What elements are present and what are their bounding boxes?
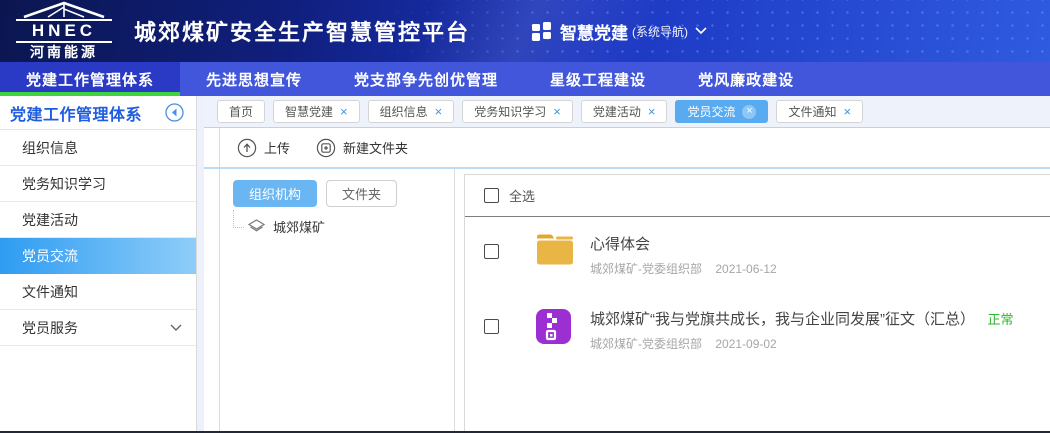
tab-org-info[interactable]: 组织信息 × — [367, 100, 455, 123]
nav-item-branch-excellence[interactable]: 党支部争先创优管理 — [328, 62, 524, 96]
app-header: HNEC 河南能源 城郊煤矿安全生产智慧管控平台 智慧党建 (系统导航) — [0, 0, 1050, 62]
nav-item-advanced-thought[interactable]: 先进思想宣传 — [180, 62, 328, 96]
file-date: 2021-06-12 — [715, 262, 777, 276]
sidebar-item-org-info[interactable]: 组织信息 — [0, 130, 196, 166]
close-icon[interactable]: × — [648, 105, 656, 118]
select-all-row: 全选 — [465, 175, 1050, 216]
sidebar-item-party-knowledge[interactable]: 党务知识学习 — [0, 166, 196, 202]
tab-party-knowledge[interactable]: 党务知识学习 × — [462, 100, 573, 123]
tree-connector — [233, 209, 244, 228]
collapse-sidebar-icon[interactable] — [165, 103, 184, 122]
tab-member-exchange[interactable]: 党员交流 × — [675, 100, 769, 123]
system-nav-label: 智慧党建 — [560, 23, 629, 43]
zip-file-icon — [535, 308, 575, 350]
tab-home[interactable]: 首页 — [217, 100, 266, 123]
open-tabs-strip: 首页 智慧党建 × 组织信息 × 党务知识学习 × 党建活动 × 党员交流 × 文件通知 × — [204, 96, 1050, 128]
chevron-down-icon — [695, 27, 707, 35]
new-folder-icon — [316, 138, 336, 157]
tree-node-root[interactable]: 城郊煤矿 — [233, 209, 454, 236]
folder-icon — [535, 233, 575, 271]
select-all-checkbox[interactable] — [484, 188, 499, 203]
file-source: 城郊煤矿-党委组织部 — [590, 337, 702, 351]
page-title: 城郊煤矿安全生产智慧管控平台 — [134, 20, 471, 45]
file-title[interactable]: 城郊煤矿“我与党旗共成长，我与企业同发展”征文（汇总） — [590, 311, 975, 328]
close-icon[interactable]: × — [340, 105, 348, 118]
sidebar-title: 党建工作管理体系 — [10, 106, 143, 124]
file-row-folder[interactable]: 心得体会 城郊煤矿-党委组织部 2021-06-12 — [465, 217, 1050, 292]
close-icon[interactable]: × — [553, 105, 561, 118]
tree-tab-folders[interactable]: 文件夹 — [326, 180, 398, 207]
close-icon[interactable]: × — [742, 104, 757, 119]
logo-company: 河南能源 — [30, 44, 98, 60]
file-list-panel: 全选 心得体会 城郊煤矿-党委组织部 2021-06-12 城郊煤矿“我与党旗共… — [464, 174, 1050, 431]
file-source: 城郊煤矿-党委组织部 — [590, 262, 702, 276]
grid-icon — [532, 21, 552, 41]
new-folder-button[interactable]: 新建文件夹 — [316, 138, 408, 158]
tab-file-notice[interactable]: 文件通知 × — [776, 100, 864, 123]
close-icon[interactable]: × — [843, 105, 851, 118]
org-tree-panel: 组织机构 文件夹 城郊煤矿 — [219, 169, 455, 431]
tree-tab-organization[interactable]: 组织机构 — [233, 180, 318, 207]
row-checkbox[interactable] — [484, 319, 499, 334]
tab-smart-party[interactable]: 智慧党建 × — [273, 100, 360, 123]
org-layers-icon — [247, 219, 266, 232]
system-nav-dropdown[interactable]: 智慧党建 (系统导航) — [532, 19, 707, 44]
sidebar-item-member-exchange[interactable]: 党员交流 — [0, 238, 196, 274]
close-icon[interactable]: × — [435, 105, 443, 118]
sidebar-gap — [197, 96, 204, 431]
file-date: 2021-09-02 — [715, 337, 777, 351]
nav-item-party-building-system[interactable]: 党建工作管理体系 — [0, 62, 181, 96]
logo-acronym: HNEC — [16, 19, 112, 43]
chevron-down-icon — [170, 324, 182, 331]
upload-button[interactable]: 上传 — [237, 138, 290, 158]
nav-item-star-project[interactable]: 星级工程建设 — [524, 62, 672, 96]
logo-roof-icon — [23, 1, 105, 19]
tab-party-activity[interactable]: 党建活动 × — [580, 100, 668, 123]
row-checkbox[interactable] — [484, 244, 499, 259]
primary-navbar: 党建工作管理体系 先进思想宣传 党支部争先创优管理 星级工程建设 党风廉政建设 — [0, 62, 1050, 96]
sidebar-item-member-service[interactable]: 党员服务 — [0, 310, 196, 346]
upload-icon — [237, 138, 257, 157]
system-nav-suffix: (系统导航) — [632, 24, 689, 39]
file-row-zip[interactable]: 城郊煤矿“我与党旗共成长，我与企业同发展”征文（汇总） 正常 城郊煤矿-党委组织… — [465, 292, 1050, 367]
status-badge: 正常 — [987, 312, 1014, 327]
sidebar: 党建工作管理体系 组织信息 党务知识学习 党建活动 党员交流 文件通知 党员服务 — [0, 96, 197, 431]
file-title[interactable]: 心得体会 — [590, 236, 650, 253]
file-meta: 城郊煤矿-党委组织部 2021-06-12 — [590, 260, 777, 277]
sidebar-item-file-notice[interactable]: 文件通知 — [0, 274, 196, 310]
nav-item-clean-governance[interactable]: 党风廉政建设 — [672, 62, 820, 96]
file-meta: 城郊煤矿-党委组织部 2021-09-02 — [590, 335, 1013, 352]
select-all-label: 全选 — [509, 189, 536, 204]
sidebar-item-party-activity[interactable]: 党建活动 — [0, 202, 196, 238]
file-toolbar: 上传 新建文件夹 — [204, 128, 1050, 169]
tree-node-label: 城郊煤矿 — [273, 220, 326, 235]
company-logo: HNEC 河南能源 — [16, 1, 112, 61]
